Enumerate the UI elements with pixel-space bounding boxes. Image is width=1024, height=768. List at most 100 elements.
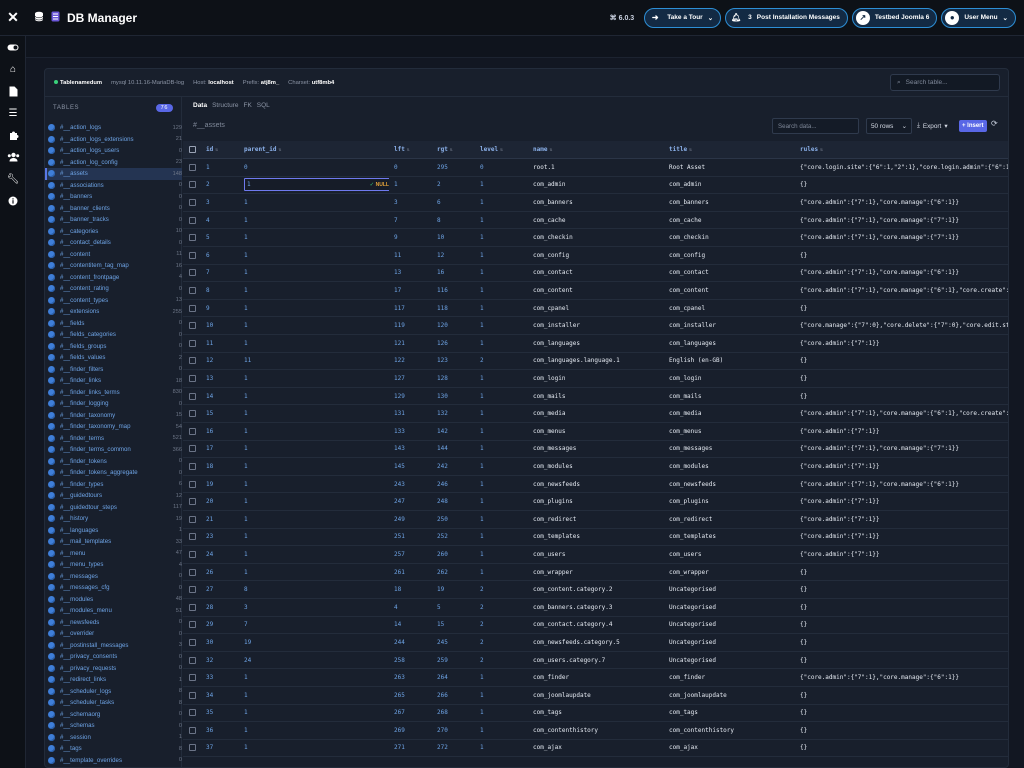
cell-rgt[interactable]: 264	[432, 668, 475, 687]
table-list-item[interactable]: #__contact_details 0	[45, 237, 182, 249]
confirm-check-icon[interactable]: ✓	[370, 181, 374, 188]
cell-lft[interactable]: 18	[389, 580, 432, 599]
row-checkbox[interactable]	[183, 457, 201, 476]
cell-parent_id[interactable]: 1	[239, 193, 389, 212]
components-icon[interactable]	[0, 124, 26, 146]
cell-rules[interactable]: {}	[795, 369, 1008, 388]
column-header-parent_id[interactable]: parent_id ⇅	[239, 141, 389, 160]
table-list-item[interactable]: #__action_logs_extensions 21	[45, 134, 182, 146]
cell-rgt[interactable]: 8	[432, 211, 475, 230]
cell-id[interactable]: 4	[201, 211, 239, 230]
table-search-input[interactable]: ⌕ Search table...	[890, 74, 1000, 91]
cell-rules[interactable]: {}	[795, 563, 1008, 582]
cell-parent_id[interactable]: 1 ✓ NULL	[239, 176, 389, 195]
cell-title[interactable]: Root Asset	[664, 158, 795, 177]
cell-id[interactable]: 12	[201, 352, 239, 371]
table-list-item[interactable]: #__extensions 255	[45, 306, 182, 318]
row-checkbox[interactable]	[183, 651, 201, 670]
cell-rules[interactable]: {"core.admin":{"7":1},"core.manage":{"6"…	[795, 475, 1008, 494]
row-checkbox[interactable]	[183, 299, 201, 318]
cell-title[interactable]: Uncategorised	[664, 598, 795, 617]
table-list-item[interactable]: #__fields_groups 0	[45, 341, 182, 353]
cell-lft[interactable]: 143	[389, 440, 432, 459]
cell-rgt[interactable]: 132	[432, 404, 475, 423]
table-row[interactable]: 14 1 129 130 1 com_mails com_mails{}	[183, 387, 1008, 406]
table-list-item[interactable]: #__schemaorg 0	[45, 709, 182, 721]
row-checkbox[interactable]	[183, 193, 201, 212]
cell-rules[interactable]: {"core.admin":{"7":1}}	[795, 528, 1008, 547]
cell-lft[interactable]: 269	[389, 721, 432, 740]
cell-rules[interactable]: {"core.admin":{"7":1},"core.manage":{"6"…	[795, 264, 1008, 283]
cell-parent_id[interactable]: 1	[239, 316, 389, 336]
table-list-item[interactable]: #__finder_terms_common 366	[45, 444, 182, 456]
row-checkbox[interactable]	[183, 387, 201, 406]
cell-id[interactable]: 3	[201, 193, 239, 212]
cell-title[interactable]: com_menus	[664, 422, 795, 441]
table-row[interactable]: 37 1 271 272 1 com_ajax com_ajax{}	[183, 739, 1008, 758]
cell-level[interactable]: 1	[475, 211, 528, 230]
cell-rgt[interactable]: 2	[432, 176, 475, 195]
cell-title[interactable]: com_login	[664, 369, 795, 388]
cell-parent_id[interactable]: 8	[239, 580, 389, 599]
cell-level[interactable]: 1	[475, 457, 528, 476]
cell-name[interactable]: com_cache	[528, 211, 664, 230]
column-header-id[interactable]: id ⇅	[201, 141, 239, 160]
cell-id[interactable]: 19	[201, 475, 239, 494]
cell-lft[interactable]: 257	[389, 545, 432, 564]
cell-rgt[interactable]: 118	[432, 299, 475, 318]
row-checkbox[interactable]	[183, 580, 201, 599]
cell-title[interactable]: com_redirect	[664, 510, 795, 529]
cell-rgt[interactable]: 15	[432, 616, 475, 635]
cell-rgt[interactable]: 246	[432, 475, 475, 494]
cell-rgt[interactable]: 272	[432, 739, 475, 758]
cell-lft[interactable]: 249	[389, 510, 432, 529]
cell-name[interactable]: com_languages	[528, 334, 664, 353]
take-a-tour-button[interactable]: ➜ Take a Tour ⌄	[644, 7, 722, 28]
cell-parent_id[interactable]: 1	[239, 510, 389, 529]
cell-title[interactable]: com_languages	[664, 334, 795, 353]
cell-lft[interactable]: 244	[389, 633, 432, 652]
table-row[interactable]: 10 1 119 120 1 com_installer com_installer {"co…	[183, 316, 1008, 336]
cell-editor-input[interactable]: 1 ✓ NULL	[244, 178, 389, 192]
table-row[interactable]: 32 24 258 259 2 com_users.category.7 Uncategor…	[183, 651, 1008, 670]
table-list-item[interactable]: #__categories 10	[45, 226, 182, 238]
cell-rules[interactable]: {"core.admin":{"7":1}}	[795, 545, 1008, 564]
cell-title[interactable]: com_cache	[664, 211, 795, 230]
row-checkbox[interactable]	[183, 158, 201, 177]
cell-lft[interactable]: 1	[389, 176, 432, 195]
cell-lft[interactable]: 131	[389, 404, 432, 423]
users-icon[interactable]	[0, 146, 26, 168]
row-checkbox[interactable]	[183, 598, 201, 617]
cell-lft[interactable]: 145	[389, 457, 432, 476]
cell-level[interactable]: 1	[475, 475, 528, 494]
cell-title[interactable]: com_wrapper	[664, 563, 795, 582]
row-checkbox[interactable]	[183, 545, 201, 564]
site-link-button[interactable]: ↗ Testbed Joomla 6	[851, 7, 938, 28]
cell-id[interactable]: 14	[201, 387, 239, 406]
cell-lft[interactable]: 119	[389, 316, 432, 336]
cell-level[interactable]: 1	[475, 246, 528, 265]
cell-parent_id[interactable]: 1	[239, 387, 389, 406]
cell-level[interactable]: 2	[475, 580, 528, 599]
cell-title[interactable]: com_content	[664, 281, 795, 300]
table-row[interactable]: 24 1 257 260 1 com_users com_users {"core.admin…	[183, 545, 1008, 564]
cell-parent_id[interactable]: 1	[239, 334, 389, 353]
system-wrench-icon[interactable]: 🔧︎	[0, 168, 26, 190]
cell-id[interactable]: 6	[201, 246, 239, 265]
table-list-item[interactable]: #__menu 47	[45, 548, 182, 560]
cell-level[interactable]: 0	[475, 158, 528, 177]
table-row[interactable]: 4 1 7 8 1 com_cache com_cache {"core.admin":{"7…	[183, 211, 1008, 230]
cell-level[interactable]: 1	[475, 264, 528, 283]
cell-parent_id[interactable]: 1	[239, 668, 389, 687]
cell-title[interactable]: com_contact	[664, 264, 795, 283]
table-list-item[interactable]: #__banner_tracks 0	[45, 214, 182, 226]
cell-level[interactable]: 1	[475, 193, 528, 212]
cell-rules[interactable]: {}	[795, 387, 1008, 406]
cell-name[interactable]: com_cpanel	[528, 299, 664, 318]
cell-name[interactable]: com_tags	[528, 704, 664, 723]
table-row[interactable]: 6 1 11 12 1 com_config com_config{}	[183, 246, 1008, 265]
cell-level[interactable]: 1	[475, 739, 528, 758]
cell-parent_id[interactable]: 1	[239, 404, 389, 423]
table-list-item[interactable]: #__contentitem_tag_map 16	[45, 260, 182, 272]
table-list-item[interactable]: #__assets 148	[45, 168, 182, 180]
